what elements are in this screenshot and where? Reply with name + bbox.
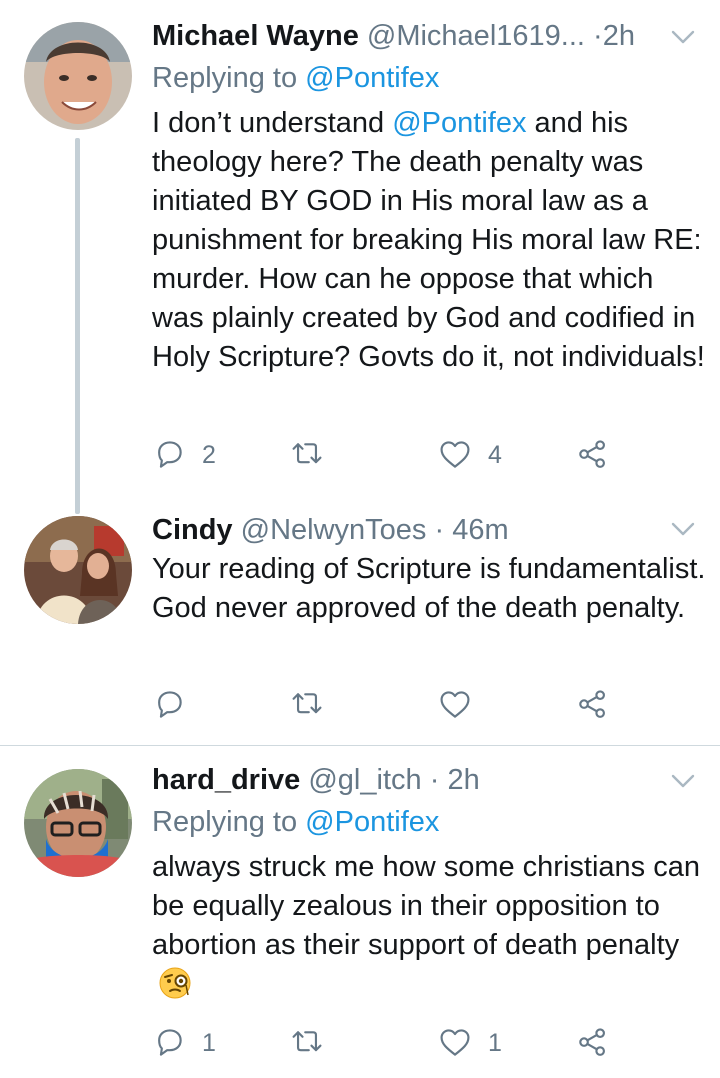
tweet-header: hard_drive @gl_itch · 2h	[152, 760, 660, 800]
retweet-button[interactable]	[290, 1021, 324, 1065]
retweet-button[interactable]	[290, 433, 324, 477]
tweet-actions	[152, 683, 622, 727]
chevron-down-icon[interactable]	[668, 22, 698, 52]
replying-to-line: Replying to @Pontifex	[152, 58, 439, 98]
user-handle[interactable]: @Michael1619...	[367, 20, 585, 52]
avatar-michael-wayne-image	[24, 22, 132, 130]
reply-button[interactable]: 1	[152, 1021, 216, 1065]
avatar[interactable]	[24, 516, 132, 624]
replying-to-mention[interactable]: @Pontifex	[305, 806, 439, 838]
tweet-text-content: always struck me how some christians can…	[152, 851, 700, 961]
timestamp[interactable]: 2h	[447, 764, 479, 796]
display-name[interactable]: hard_drive	[152, 764, 300, 796]
reply-icon	[158, 1029, 182, 1056]
heart-icon	[440, 691, 470, 718]
retweet-icon	[292, 443, 322, 464]
tweet-text: Your reading of Scripture is fundamental…	[152, 553, 706, 624]
like-button[interactable]	[438, 683, 488, 727]
share-icon	[579, 440, 605, 468]
tweet-text: I don’t understand @Pontifex and his the…	[152, 104, 708, 377]
tweet-text-part-1: I don’t understand	[152, 107, 393, 139]
reply-count: 1	[202, 1028, 216, 1057]
reply-button[interactable]	[152, 683, 202, 727]
tweet-header: Cindy @NelwynToes · 46m	[152, 510, 660, 550]
share-button[interactable]	[576, 433, 610, 477]
retweet-icon	[292, 693, 322, 714]
replying-to-label: Replying to	[152, 62, 298, 94]
timestamp[interactable]: 2h	[603, 20, 635, 52]
like-count: 4	[488, 440, 502, 469]
separator-dot: ·	[434, 514, 445, 546]
display-name[interactable]: Michael Wayne	[152, 20, 359, 52]
replying-to-mention[interactable]: @Pontifex	[305, 62, 439, 94]
reply-icon	[158, 441, 182, 468]
tweet-michael-wayne[interactable]: Michael Wayne @Michael1619... ·2h Replyi…	[0, 0, 720, 500]
share-button[interactable]	[576, 1021, 610, 1065]
replying-to-label: Replying to	[152, 806, 298, 838]
like-button[interactable]: 4	[438, 433, 502, 477]
avatar-hard-drive-image	[24, 769, 132, 877]
chevron-down-icon[interactable]	[668, 766, 698, 796]
separator-dot: ·	[429, 764, 440, 796]
timestamp[interactable]: 46m	[452, 514, 508, 546]
replying-to-line: Replying to @Pontifex	[152, 802, 439, 842]
separator-dot: ·	[593, 20, 603, 52]
tweet-actions: 1 1	[152, 1021, 622, 1065]
reply-count: 2	[202, 440, 216, 469]
tweet-cindy[interactable]: Cindy @NelwynToes · 46m Your reading of …	[0, 500, 720, 745]
reply-icon	[158, 691, 182, 718]
chevron-down-icon[interactable]	[668, 514, 698, 544]
avatar[interactable]	[24, 769, 132, 877]
tweet-actions: 2 4	[152, 433, 622, 477]
tweet-text-part-2: and his theology here? The death penalty…	[152, 107, 705, 373]
tweet-text: always struck me how some christians can…	[152, 848, 708, 1004]
face-with-monocle-emoji-icon	[158, 966, 192, 1000]
like-count: 1	[488, 1028, 502, 1057]
display-name[interactable]: Cindy	[152, 514, 233, 546]
user-handle[interactable]: @gl_itch	[308, 764, 421, 796]
like-button[interactable]: 1	[438, 1021, 502, 1065]
share-icon	[579, 690, 605, 718]
heart-icon	[440, 441, 470, 468]
retweet-icon	[292, 1031, 322, 1052]
tweet-text-mention[interactable]: @Pontifex	[392, 107, 526, 139]
avatar-cindy-image	[24, 516, 132, 624]
heart-icon	[440, 1029, 470, 1056]
user-handle[interactable]: @NelwynToes	[241, 514, 427, 546]
tweet-header: Michael Wayne @Michael1619... ·2h	[152, 16, 660, 56]
reply-button[interactable]: 2	[152, 433, 216, 477]
retweet-button[interactable]	[290, 683, 324, 727]
share-button[interactable]	[576, 683, 610, 727]
avatar[interactable]	[24, 22, 132, 130]
tweet-hard-drive[interactable]: hard_drive @gl_itch · 2h Replying to @Po…	[0, 746, 720, 1078]
share-icon	[579, 1028, 605, 1056]
